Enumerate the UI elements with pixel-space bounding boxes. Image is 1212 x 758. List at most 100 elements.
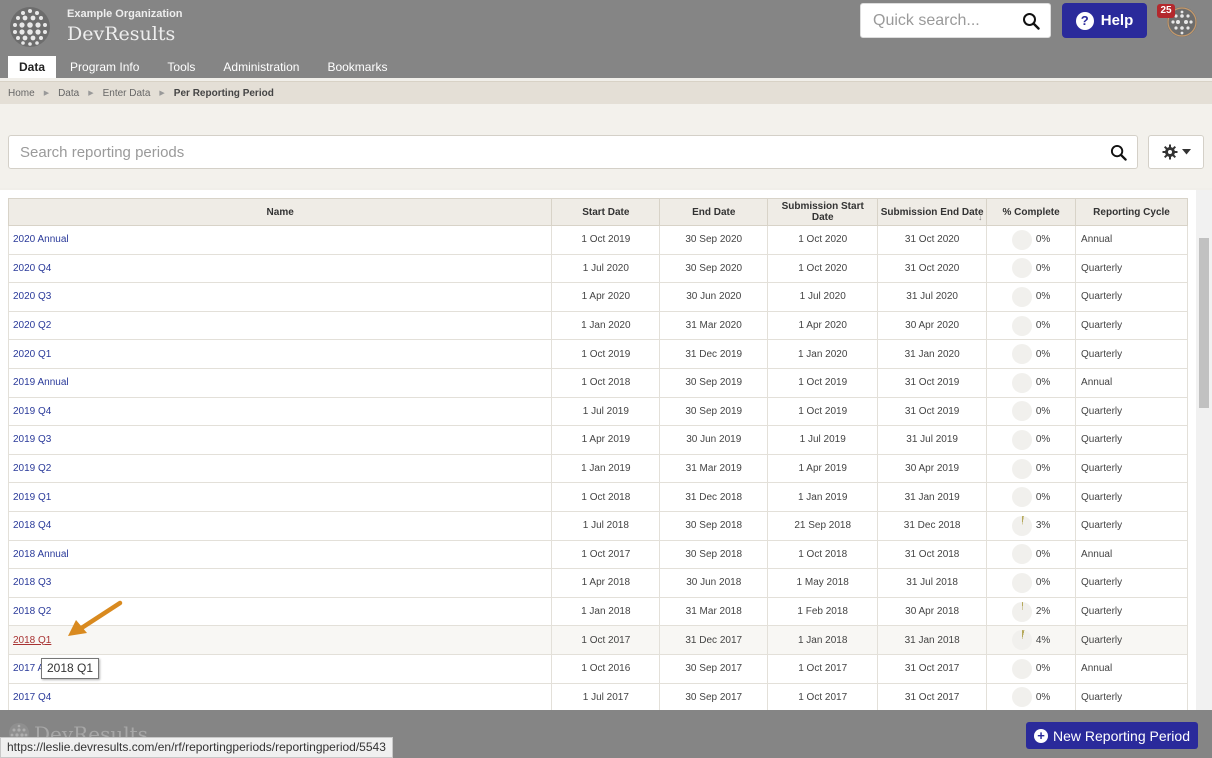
column-header-submission-end-date[interactable]: Submission End Date ↓ (877, 198, 988, 226)
table-row[interactable]: 2019 Annual 1 Oct 2018 30 Sep 2019 1 Oct 20… (7, 367, 1188, 398)
reporting-period-link[interactable]: 2020 Q1 (13, 349, 51, 360)
percent-complete-value: 0% (1035, 463, 1051, 475)
table-row[interactable]: 2018 Q1 1 Oct 2017 31 Dec 2017 1 Jan 2018 31… (7, 625, 1188, 655)
reporting-period-link[interactable]: 2019 Annual (13, 377, 69, 388)
reporting-period-link[interactable]: 2020 Q2 (13, 320, 51, 331)
cell-percent-complete: 0% (986, 310, 1077, 341)
percent-complete-value: 0% (1035, 348, 1051, 360)
table-row[interactable]: 2020 Q1 1 Oct 2019 31 Dec 2019 1 Jan 2020 31… (7, 339, 1188, 369)
cell-name: 2018 Annual (7, 539, 553, 570)
quick-search-input[interactable] (861, 4, 1016, 37)
cell-percent-complete: 0% (986, 425, 1077, 455)
new-reporting-period-button[interactable]: + New Reporting Period (1026, 722, 1198, 749)
column-header-submission-start-date[interactable]: Submission Start Date (767, 198, 879, 226)
table-row[interactable]: 2018 Q4 1 Jul 2018 30 Sep 2018 21 Sep 2018 3… (7, 510, 1188, 541)
breadcrumb-data[interactable]: Data (58, 88, 79, 99)
cell-start-date: 1 Jan 2019 (551, 453, 661, 484)
column-header-end-date[interactable]: End Date (659, 198, 769, 226)
breadcrumb-separator-icon: ▶ (43, 90, 50, 97)
reporting-period-link[interactable]: 2019 Q4 (13, 406, 51, 417)
app-name[interactable]: DevResults (67, 23, 175, 45)
cell-reporting-cycle: Annual (1075, 225, 1188, 255)
table-row[interactable]: 2019 Q4 1 Jul 2019 30 Sep 2019 1 Oct 2019 31… (7, 396, 1188, 427)
reporting-period-link[interactable]: 2019 Q3 (13, 434, 51, 445)
settings-dropdown-button[interactable] (1148, 135, 1204, 169)
breadcrumb-enter-data[interactable]: Enter Data (103, 88, 151, 99)
cell-submission-end-date: 31 Dec 2018 (877, 510, 988, 541)
column-header-label: Submission End Date (880, 206, 984, 218)
cell-reporting-cycle: Quarterly (1075, 625, 1188, 655)
cell-submission-end-date: 30 Apr 2020 (877, 310, 988, 341)
table-row[interactable]: 2020 Annual 1 Oct 2019 30 Sep 2020 1 Oct 20… (7, 225, 1188, 255)
cell-start-date: 1 Apr 2018 (551, 568, 661, 598)
table-row[interactable]: 2018 Q3 1 Apr 2018 30 Jun 2018 1 May 2018 31… (7, 568, 1188, 598)
table-row[interactable]: 2020 Q4 1 Jul 2020 30 Sep 2020 1 Oct 2020 31… (7, 253, 1188, 284)
reporting-period-link[interactable]: 2018 Q1 (13, 635, 51, 646)
column-header-reporting-cycle[interactable]: Reporting Cycle (1075, 198, 1188, 226)
reporting-period-link[interactable]: 2019 Q2 (13, 463, 51, 474)
table-row[interactable]: 2018 Q2 1 Jan 2018 31 Mar 2018 1 Feb 2018 30… (7, 596, 1188, 627)
cell-reporting-cycle: Quarterly (1075, 253, 1188, 284)
nav-tab-data[interactable]: Data (8, 56, 57, 78)
percent-complete-value: 0% (1035, 434, 1051, 446)
table-row[interactable]: 2020 Q3 1 Apr 2020 30 Jun 2020 1 Jul 2020 31… (7, 282, 1188, 312)
plus-circle-icon: + (1034, 728, 1049, 743)
reporting-period-link[interactable]: 2020 Q3 (13, 291, 51, 302)
table-row[interactable]: 2019 Q3 1 Apr 2019 30 Jun 2019 1 Jul 2019 31… (7, 425, 1188, 455)
reporting-period-link[interactable]: 2018 Q3 (13, 577, 51, 588)
cell-start-date: 1 Oct 2018 (551, 367, 661, 398)
cell-name: 2020 Q1 (7, 339, 553, 369)
cell-percent-complete: 0% (986, 367, 1077, 398)
nav-tab-program-info[interactable]: Program Info (56, 56, 153, 78)
cell-name: 2019 Q2 (7, 453, 553, 484)
cell-percent-complete: 0% (986, 653, 1077, 684)
nav-tab-tools[interactable]: Tools (153, 56, 209, 78)
reporting-period-link[interactable]: 2020 Annual (13, 234, 69, 245)
breadcrumb-home[interactable]: Home (8, 88, 35, 99)
cell-submission-start-date: 1 Apr 2020 (767, 310, 879, 341)
column-header-percent-complete[interactable]: % Complete (986, 198, 1077, 226)
scrollbar-thumb[interactable] (1199, 238, 1209, 408)
cell-percent-complete: 0% (986, 396, 1077, 427)
reporting-period-link[interactable]: 2018 Q2 (13, 606, 51, 617)
column-header-name[interactable]: Name (7, 198, 553, 226)
devresults-logo-icon[interactable] (9, 6, 51, 48)
cell-name: 2019 Q4 (7, 396, 553, 427)
cell-submission-end-date: 31 Oct 2020 (877, 253, 988, 284)
cell-start-date: 1 Oct 2016 (551, 653, 661, 684)
nav-tab-bookmarks[interactable]: Bookmarks (313, 56, 401, 78)
reporting-period-link[interactable]: 2017 Q4 (13, 692, 51, 703)
progress-pie-icon (1011, 229, 1032, 250)
table-scrollbar[interactable] (1196, 190, 1212, 710)
table-row[interactable]: 2017 Q4 1 Jul 2017 30 Sep 2017 1 Oct 2017 31… (7, 682, 1188, 710)
period-search-input[interactable] (9, 136, 1099, 168)
search-icon[interactable] (1110, 144, 1127, 161)
search-icon[interactable] (1022, 12, 1040, 30)
notification-badge[interactable]: 25 (1157, 4, 1175, 18)
progress-pie-icon (1011, 429, 1032, 450)
cell-percent-complete: 0% (986, 253, 1077, 284)
help-button[interactable]: ? Help (1062, 3, 1147, 38)
reporting-period-link[interactable]: 2018 Q4 (13, 520, 51, 531)
table-row[interactable]: 2019 Q2 1 Jan 2019 31 Mar 2019 1 Apr 2019 30… (7, 453, 1188, 484)
cell-submission-start-date: 1 Oct 2020 (767, 253, 879, 284)
progress-pie-icon (1011, 544, 1032, 565)
status-bar-url: https://leslie.devresults.com/en/rf/repo… (0, 737, 393, 758)
reporting-period-link[interactable]: 2020 Q4 (13, 263, 51, 274)
cell-reporting-cycle: Quarterly (1075, 310, 1188, 341)
nav-tab-administration[interactable]: Administration (209, 56, 313, 78)
cell-end-date: 31 Mar 2019 (659, 453, 769, 484)
reporting-period-link[interactable]: 2019 Q1 (13, 492, 51, 503)
cell-submission-start-date: 1 Jul 2019 (767, 425, 879, 455)
percent-complete-value: 0% (1035, 548, 1051, 560)
reporting-period-link[interactable]: 2018 Annual (13, 549, 69, 560)
cell-reporting-cycle: Annual (1075, 367, 1188, 398)
table-row[interactable]: 2017 Annual1 Oct 201630 Sep 20171 Oct 20… (7, 653, 1188, 684)
progress-pie-icon (1011, 487, 1032, 508)
table-row[interactable]: 2018 Annual 1 Oct 2017 30 Sep 2018 1 Oct 20… (7, 539, 1188, 570)
cell-submission-end-date: 31 Oct 2017 (877, 682, 988, 710)
table-row[interactable]: 2019 Q1 1 Oct 2018 31 Dec 2018 1 Jan 2019 31… (7, 482, 1188, 512)
column-header-start-date[interactable]: Start Date (551, 198, 661, 226)
table-row[interactable]: 2020 Q2 1 Jan 2020 31 Mar 2020 1 Apr 2020 30… (7, 310, 1188, 341)
cell-start-date: 1 Oct 2019 (551, 225, 661, 255)
